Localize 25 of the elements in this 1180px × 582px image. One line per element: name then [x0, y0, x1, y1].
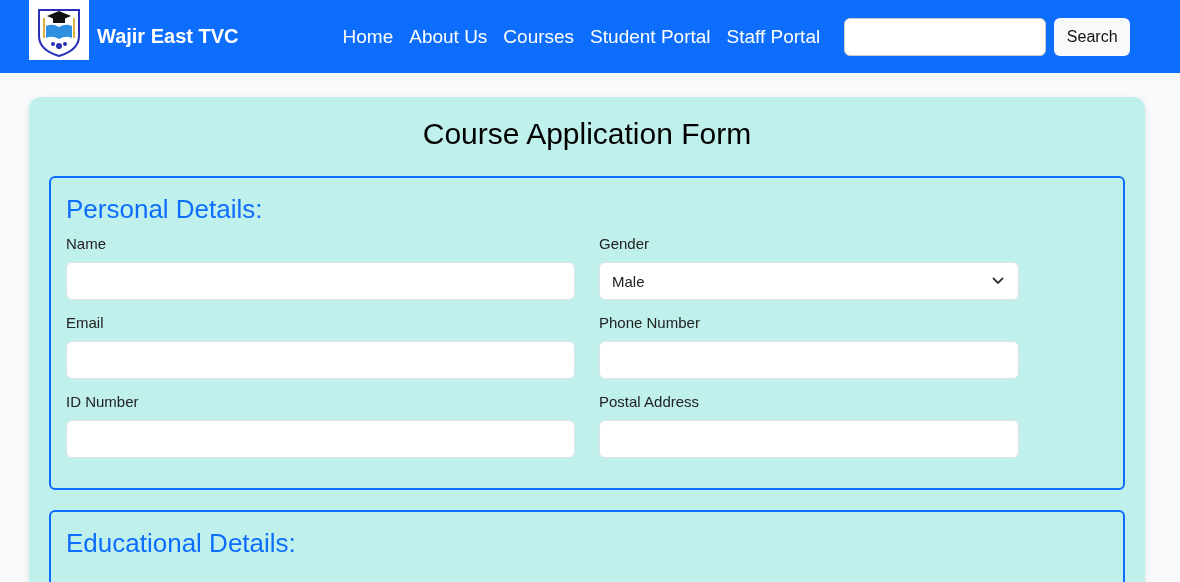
search-button[interactable]: Search [1054, 17, 1131, 56]
input-field[interactable] [599, 341, 1019, 379]
chevron-down-icon [992, 277, 1004, 285]
input-field[interactable] [66, 420, 575, 458]
input-field[interactable] [66, 262, 575, 300]
field-label: Email [66, 314, 105, 331]
field-label: ID Number [66, 393, 140, 410]
field-label: Phone Number [599, 314, 701, 331]
field-label: Name [66, 235, 107, 252]
nav-link[interactable]: About Us [409, 25, 488, 48]
nav-link[interactable]: Student Portal [590, 25, 711, 48]
field-label: Gender [599, 235, 651, 252]
dropdown-field[interactable]: Male [599, 262, 1019, 300]
form-title: Course Application Form [421, 117, 753, 151]
section-heading: Personal Details: [66, 194, 264, 225]
college-logo-icon[interactable] [29, 0, 89, 60]
nav-link[interactable]: Courses [503, 25, 575, 48]
section-heading: Educational Details: [66, 528, 297, 559]
brand-name[interactable]: Wajir East TVC [97, 25, 239, 48]
input-field[interactable] [66, 341, 575, 379]
input-field[interactable] [599, 420, 1019, 458]
nav-link[interactable]: Home [342, 25, 394, 48]
field-label: Postal Address [599, 393, 701, 410]
nav-link[interactable]: Staff Portal [726, 25, 821, 48]
search-field[interactable] [844, 17, 1047, 56]
